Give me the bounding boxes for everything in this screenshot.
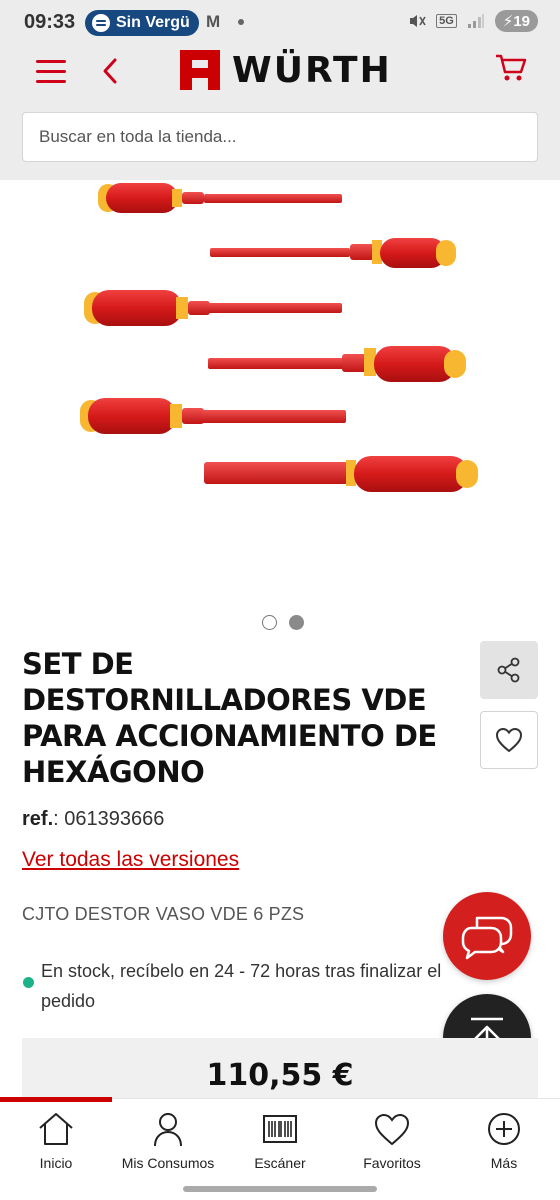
share-icon: [497, 657, 520, 683]
product-image[interactable]: [0, 180, 560, 600]
nav-label: Favoritos: [363, 1155, 421, 1171]
nav-item-mas[interactable]: Más: [448, 1111, 560, 1173]
cart-icon[interactable]: [494, 50, 528, 84]
product-reference: ref.: 061393666: [22, 808, 164, 831]
stock-status-dot: [23, 977, 34, 988]
back-chevron-icon[interactable]: [96, 56, 126, 86]
carousel-dot-active[interactable]: [289, 615, 304, 630]
plus-circle-icon: [488, 1113, 520, 1145]
chat-button[interactable]: [443, 892, 531, 980]
screwdriver: [98, 183, 342, 213]
ref-label: ref.: [22, 808, 54, 830]
nav-item-inicio[interactable]: Inicio: [0, 1111, 112, 1173]
spotify-now-playing-chip[interactable]: Sin Vergü: [85, 10, 199, 36]
screwdriver: [208, 346, 466, 382]
status-indicators: 5G ⚡19: [408, 10, 538, 32]
home-icon: [39, 1113, 73, 1145]
app-header: WÜRTH: [0, 44, 560, 180]
product-title: SET DE DESTORNILLADORES VDE PARA ACCIONA…: [22, 647, 437, 789]
status-bar: 09:33 Sin Vergü M 5G ⚡19: [0, 0, 560, 44]
notification-dot-icon: [238, 19, 244, 25]
mute-icon: [410, 15, 426, 27]
screwdriver-set-illustration: [80, 183, 478, 492]
price-panel: 110,55 €: [22, 1038, 538, 1098]
user-icon: [154, 1113, 182, 1147]
heart-icon: [495, 727, 523, 753]
network-type: 5G: [436, 14, 457, 28]
screwdriver: [210, 238, 456, 268]
screwdriver: [80, 398, 346, 434]
menu-icon[interactable]: [36, 58, 66, 86]
battery-level: 19: [513, 13, 530, 30]
nav-item-favoritos[interactable]: Favoritos: [336, 1111, 448, 1173]
stock-info: En stock, recíbelo en 24 - 72 horas tras…: [41, 961, 442, 1011]
spotify-track-label: Sin Vergü: [116, 14, 190, 31]
favorite-button[interactable]: [480, 711, 538, 769]
screwdriver: [84, 290, 342, 326]
bottom-navigation: Inicio Mis Consumos Escáner Favoritos Má…: [0, 1097, 560, 1200]
wurth-logo-mark: [180, 50, 220, 90]
signal-icon: [467, 14, 484, 28]
carousel-indicators: [262, 615, 304, 630]
wurth-logo[interactable]: WÜRTH: [180, 48, 392, 92]
status-time: 09:33: [24, 11, 76, 33]
brand-name: WÜRTH: [232, 49, 392, 91]
short-description: CJTO DESTOR VASO VDE 6 PZS: [22, 904, 305, 924]
nav-item-escaner[interactable]: Escáner: [224, 1111, 336, 1173]
spotify-icon: [92, 14, 110, 32]
chat-bubbles-icon: [461, 916, 513, 960]
barcode-icon: [263, 1115, 297, 1143]
nav-label: Escáner: [254, 1155, 306, 1171]
nav-label: Más: [490, 1155, 518, 1171]
product-price: 110,55 €: [206, 1058, 354, 1093]
nav-item-mis-consumos[interactable]: Mis Consumos: [112, 1111, 224, 1173]
battery-indicator: ⚡19: [494, 10, 538, 32]
ref-value: : 061393666: [53, 808, 165, 830]
carousel-dot[interactable]: [262, 615, 277, 630]
nav-label: Inicio: [39, 1155, 73, 1171]
gmail-icon: M: [206, 12, 221, 31]
all-versions-link[interactable]: Ver todas las versiones: [22, 848, 239, 872]
heart-icon: [374, 1113, 410, 1146]
search-input[interactable]: [22, 112, 538, 162]
share-button[interactable]: [480, 641, 538, 699]
nav-label: Mis Consumos: [121, 1155, 215, 1171]
system-home-indicator[interactable]: [183, 1186, 377, 1192]
screwdriver: [204, 456, 478, 492]
active-tab-indicator: [0, 1097, 112, 1102]
